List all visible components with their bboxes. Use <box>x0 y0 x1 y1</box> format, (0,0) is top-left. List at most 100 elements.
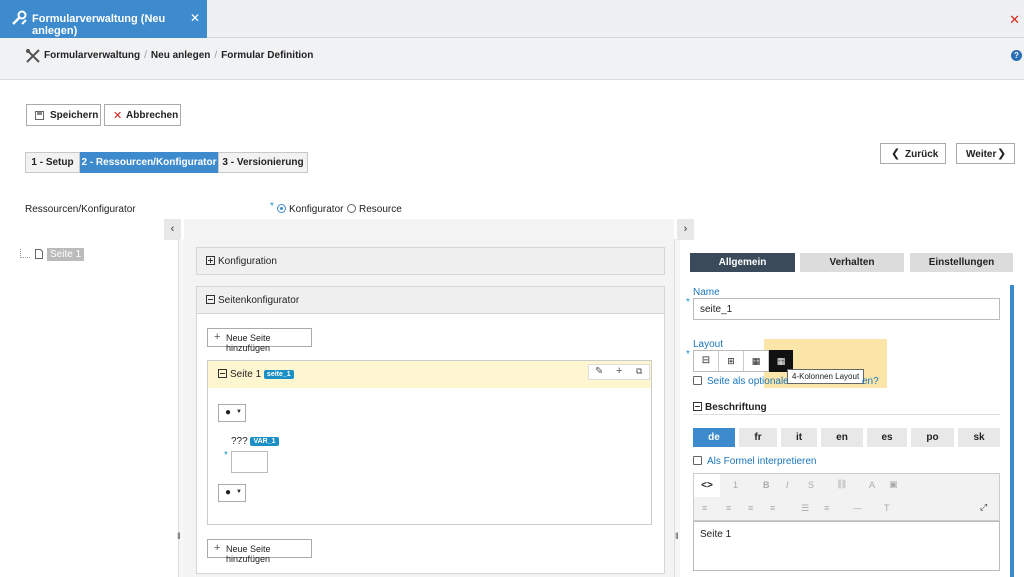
lang-fr[interactable]: fr <box>739 428 777 447</box>
radio-button[interactable] <box>347 204 356 213</box>
formula-checkbox[interactable] <box>693 456 702 465</box>
tab-verhalten[interactable]: Verhalten <box>800 253 904 272</box>
layout-2-column-icon[interactable]: ⊞ <box>719 351 744 371</box>
add-page-button-bottom[interactable]: + Neue Seite hinzufügen <box>207 539 312 564</box>
cancel-icon: ✕ <box>113 110 123 122</box>
breadcrumb-item: Formular Definition <box>221 50 314 61</box>
clear-format-icon: T <box>884 503 890 513</box>
name-field[interactable]: seite_1 <box>693 298 1000 320</box>
collapse-left-icon[interactable]: ‹ <box>164 219 181 240</box>
collapse-icon[interactable] <box>693 402 702 411</box>
align-center-icon: ≡ <box>726 503 732 513</box>
close-tab-icon[interactable]: ✕ <box>190 11 200 25</box>
chevron-right-icon: ❯ <box>997 148 1007 160</box>
breadcrumb-item[interactable]: Neu anlegen <box>151 50 210 61</box>
chevron-left-icon: ❮ <box>891 148 901 160</box>
optional-page-checkbox-row[interactable]: Seite als optionale <box>693 376 789 387</box>
expand-icon[interactable] <box>206 256 215 265</box>
required-marker: * <box>224 450 228 461</box>
optional-page-label-tail: en? <box>862 376 879 387</box>
radio-resource[interactable]: Resource <box>347 204 402 215</box>
panel-title: Seitenkonfigurator <box>218 295 300 306</box>
splitter-handle-icon[interactable]: ‖ <box>675 531 679 541</box>
page-badge: seite_1 <box>263 370 294 379</box>
source-code-icon[interactable]: <> <box>694 474 720 497</box>
plus-icon[interactable]: + <box>616 365 622 377</box>
save-icon <box>35 111 44 120</box>
layout-3-column-icon[interactable]: ▦ <box>744 351 769 371</box>
cancel-label: Abbrechen <box>126 110 179 121</box>
numbered-list-icon: ≡ <box>824 503 830 513</box>
required-marker: * <box>270 201 274 212</box>
tab-einstellungen[interactable]: Einstellungen <box>910 253 1013 272</box>
seitenkonfigurator-header[interactable]: Seitenkonfigurator <box>196 286 665 314</box>
tab-formularverwaltung[interactable]: Formularverwaltung (Neu anlegen) ✕ <box>0 0 207 38</box>
link-icon: ⛓ <box>836 479 848 489</box>
lang-sk[interactable]: sk <box>958 428 1000 447</box>
breadcrumb-bar: Formularverwaltung / Neu anlegen / Formular … <box>0 38 1024 80</box>
breadcrumb: Formularverwaltung / Neu anlegen / Formular … <box>44 50 314 61</box>
pencil-icon[interactable]: ✎ <box>595 366 603 377</box>
step-setup[interactable]: 1 - Setup <box>25 152 80 173</box>
name-label: Name <box>693 287 720 298</box>
next-button[interactable]: Weiter ❯ <box>956 143 1015 164</box>
radio-konfigurator[interactable]: Konfigurator <box>277 204 343 215</box>
bullet-list-icon: ☰ <box>801 503 810 513</box>
variable-badge: VAR_1 <box>250 437 279 446</box>
radio-button[interactable] <box>277 204 286 213</box>
formula-checkbox-row[interactable]: Als Formel interpretieren <box>693 456 816 467</box>
breadcrumb-item[interactable]: Formularverwaltung <box>44 50 140 61</box>
copy-icon[interactable]: ⧉ <box>636 366 642 377</box>
help-icon[interactable]: ? <box>1011 50 1022 61</box>
collapse-icon[interactable] <box>218 369 227 378</box>
variable-row: ??? VAR_1 <box>231 436 279 447</box>
plus-circle-icon: ● <box>225 407 232 418</box>
back-label: Zurück <box>905 149 939 160</box>
tree-item-seite-1[interactable]: Seite 1 <box>47 248 85 261</box>
page-card-header[interactable]: Seite 1 seite_1 ✎ + ⧉ <box>208 361 651 388</box>
tab-allgemein[interactable]: Allgemein <box>690 253 795 272</box>
strikethrough-icon: S <box>808 480 815 490</box>
add-element-dropdown-2[interactable]: ● ▼ <box>218 484 246 502</box>
divider <box>693 414 1000 415</box>
panel-title: Konfiguration <box>218 256 277 267</box>
konfiguration-panel[interactable]: Konfiguration <box>196 247 665 275</box>
lang-es[interactable]: es <box>867 428 907 447</box>
lang-en[interactable]: en <box>821 428 863 447</box>
tree-connector <box>20 249 30 258</box>
required-marker: * <box>686 349 690 360</box>
lang-de[interactable]: de <box>693 428 735 447</box>
lang-po[interactable]: po <box>911 428 954 447</box>
close-window-icon[interactable]: ✕ <box>1009 12 1020 28</box>
resource-label: Ressourcen/Konfigurator <box>25 204 136 215</box>
editor-content[interactable]: Seite 1 <box>693 521 1000 571</box>
section-title: Beschriftung <box>705 402 767 413</box>
heading-icon: 1 <box>733 480 739 490</box>
align-justify-icon: ≡ <box>770 503 776 513</box>
collapse-right-icon[interactable]: › <box>677 219 694 240</box>
step-versionierung[interactable]: 3 - Versionierung <box>218 152 308 173</box>
add-page-button[interactable]: + Neue Seite hinzufügen <box>207 328 312 353</box>
tools-icon <box>12 10 27 25</box>
splitter-handle-icon[interactable]: ‖ <box>177 531 181 541</box>
next-label: Weiter <box>966 149 997 160</box>
fullscreen-icon[interactable]: ⤢ <box>980 502 987 513</box>
layout-label: Layout <box>693 339 724 350</box>
step-ressourcen[interactable]: 2 - Ressourcen/Konfigurator <box>80 152 218 173</box>
scrollbar[interactable] <box>1010 285 1014 577</box>
add-element-dropdown[interactable]: ● ▼ <box>218 404 246 422</box>
beschriftung-header[interactable]: Beschriftung <box>693 402 767 413</box>
plus-icon: + <box>214 542 221 554</box>
optional-page-checkbox[interactable] <box>693 376 702 385</box>
save-button[interactable]: Speichern <box>26 104 101 126</box>
cancel-button[interactable]: ✕ Abbrechen <box>104 104 181 126</box>
variable-label: ??? <box>231 436 248 447</box>
back-button[interactable]: ❮ Zurück <box>880 143 946 164</box>
add-page-label: Neue Seite hinzufügen <box>226 544 271 564</box>
collapse-icon[interactable] <box>206 295 215 304</box>
plus-icon: + <box>214 331 221 343</box>
lang-it[interactable]: it <box>781 428 817 447</box>
layout-1-column-icon[interactable]: ⊟ <box>694 351 719 371</box>
splitter-right[interactable] <box>674 239 680 577</box>
variable-input[interactable] <box>231 451 268 473</box>
